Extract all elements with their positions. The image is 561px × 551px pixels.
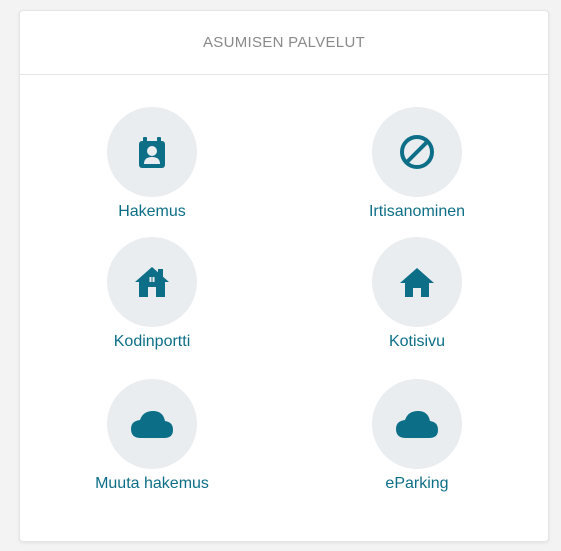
tile-irtisanominen[interactable]: Irtisanominen <box>317 107 517 221</box>
tile-label: Hakemus <box>118 203 186 220</box>
tile-label: eParking <box>385 475 449 492</box>
calendar-user-icon <box>139 137 165 168</box>
tile-kotisivu[interactable]: Kotisivu <box>317 237 517 351</box>
tile-label: Kodinportti <box>113 333 191 350</box>
tile-hakemus[interactable]: Hakemus <box>52 107 252 221</box>
tile-icon-circle <box>372 379 462 469</box>
house-chimney-icon <box>135 267 169 297</box>
tile-eparking[interactable]: eParking <box>317 379 517 493</box>
tile-icon-circle <box>107 107 197 197</box>
tile-label: Irtisanominen <box>368 203 466 220</box>
ban-icon <box>400 135 434 169</box>
tile-icon-circle <box>372 237 462 327</box>
tile-muuta-hakemus[interactable]: Muuta hakemus <box>52 379 252 493</box>
cloud-icon <box>131 411 173 438</box>
tile-kodinportti[interactable]: Kodinportti <box>52 237 252 351</box>
services-card: ASUMISEN PALVELUT Hakemus Irtisanominen <box>19 10 549 542</box>
tile-label: Muuta hakemus <box>95 475 209 492</box>
tile-icon-circle <box>372 107 462 197</box>
card-header: ASUMISEN PALVELUT <box>20 11 548 75</box>
card-title: ASUMISEN PALVELUT <box>202 34 366 51</box>
cloud-icon <box>396 411 438 438</box>
home-icon <box>400 268 434 297</box>
tile-label: Kotisivu <box>388 333 446 350</box>
tile-icon-circle <box>107 379 197 469</box>
tile-icon-circle <box>107 237 197 327</box>
